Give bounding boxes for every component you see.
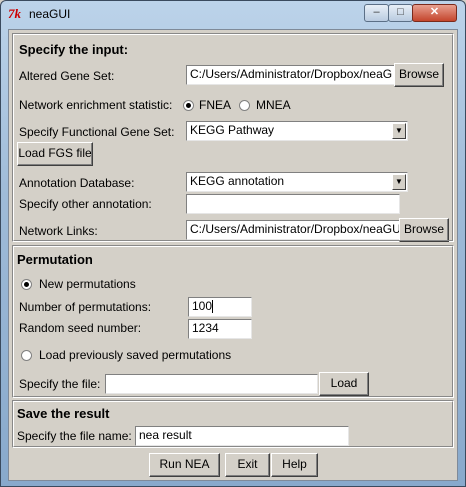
annotation-database-label: Annotation Database: bbox=[19, 176, 135, 190]
chevron-down-icon[interactable]: ▼ bbox=[392, 174, 406, 190]
mnea-label: MNEA bbox=[256, 98, 291, 112]
save-file-input[interactable]: nea result bbox=[135, 426, 349, 446]
client-area: Specify the input: Altered Gene Set: C:/… bbox=[8, 29, 458, 481]
load-permutations-button[interactable]: Load bbox=[319, 372, 369, 396]
chevron-down-icon[interactable]: ▼ bbox=[392, 123, 406, 139]
save-header: Save the result bbox=[17, 406, 110, 421]
load-saved-permutations-label: Load previously saved permutations bbox=[39, 348, 232, 362]
network-links-browse-button[interactable]: Browse bbox=[399, 218, 449, 242]
title-bar[interactable]: 7k neaGUI – □ ✕ bbox=[1, 1, 465, 28]
num-permutations-label: Number of permutations: bbox=[19, 300, 152, 314]
functional-gene-set-label: Specify Functional Gene Set: bbox=[19, 125, 175, 139]
permutation-header: Permutation bbox=[17, 252, 93, 267]
num-permutations-input[interactable]: 100 bbox=[188, 297, 252, 317]
help-button[interactable]: Help bbox=[271, 453, 318, 477]
fnea-radio[interactable] bbox=[183, 100, 194, 111]
functional-gene-set-dropdown[interactable]: KEGG Pathway ▼ bbox=[186, 121, 408, 141]
save-panel: Save the result Specify the file name: n… bbox=[12, 400, 454, 448]
maximize-button[interactable]: □ bbox=[388, 4, 413, 22]
new-permutations-label: New permutations bbox=[39, 277, 136, 291]
save-file-label: Specify the file name: bbox=[17, 429, 132, 443]
altered-gene-set-browse-button[interactable]: Browse bbox=[394, 63, 444, 87]
load-saved-permutations-radio[interactable] bbox=[21, 350, 32, 361]
input-header: Specify the input: bbox=[19, 42, 129, 57]
input-panel: Specify the input: Altered Gene Set: C:/… bbox=[12, 33, 454, 242]
permutation-file-label: Specify the file: bbox=[19, 377, 101, 391]
exit-button[interactable]: Exit bbox=[225, 453, 270, 477]
tk-feather-icon: 7k bbox=[8, 6, 21, 21]
new-permutations-radio[interactable] bbox=[21, 279, 32, 290]
altered-gene-set-input[interactable]: C:/Users/Administrator/Dropbox/neaG bbox=[186, 65, 395, 85]
fnea-label: FNEA bbox=[199, 98, 232, 112]
num-permutations-value: 100 bbox=[192, 299, 213, 313]
mnea-radio[interactable] bbox=[239, 100, 250, 111]
permutation-panel: Permutation New permutations Number of p… bbox=[12, 245, 454, 398]
statistic-label: Network enrichment statistic: bbox=[19, 98, 173, 112]
altered-gene-set-label: Altered Gene Set: bbox=[19, 69, 115, 83]
load-fgs-button[interactable]: Load FGS file bbox=[17, 142, 93, 166]
network-links-input[interactable]: C:/Users/Administrator/Dropbox/neaGU bbox=[186, 220, 400, 240]
text-caret bbox=[212, 300, 214, 314]
annotation-database-dropdown[interactable]: KEGG annotation ▼ bbox=[186, 172, 408, 192]
functional-gene-set-value: KEGG Pathway bbox=[190, 123, 275, 137]
random-seed-label: Random seed number: bbox=[19, 321, 142, 335]
permutation-file-input[interactable] bbox=[105, 374, 318, 394]
other-annotation-input[interactable] bbox=[186, 194, 400, 214]
other-annotation-label: Specify other annotation: bbox=[19, 197, 152, 211]
close-button[interactable]: ✕ bbox=[412, 4, 457, 22]
random-seed-input[interactable]: 1234 bbox=[188, 319, 252, 339]
app-window: 7k neaGUI – □ ✕ Specify the input: Alter… bbox=[0, 0, 466, 487]
run-nea-button[interactable]: Run NEA bbox=[149, 453, 220, 477]
annotation-database-value: KEGG annotation bbox=[190, 174, 285, 188]
minimize-button[interactable]: – bbox=[364, 4, 389, 22]
window-title: neaGUI bbox=[29, 7, 71, 21]
network-links-label: Network Links: bbox=[19, 224, 98, 238]
